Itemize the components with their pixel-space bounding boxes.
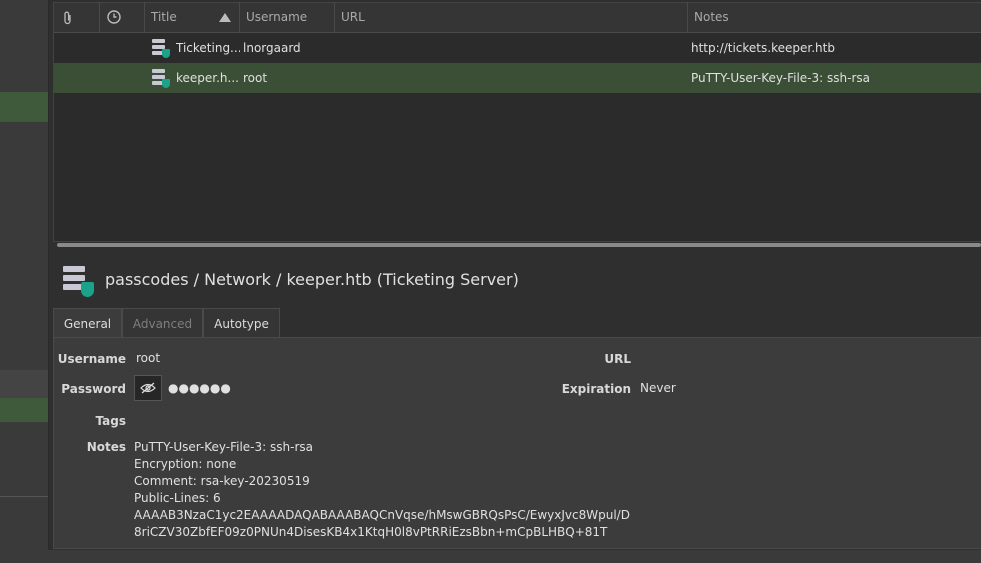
username-value[interactable]: root: [136, 351, 160, 365]
cell-title: Ticketing...: [176, 41, 240, 55]
cell-title: keeper.h...: [176, 71, 239, 85]
group-selected-row[interactable]: [0, 92, 48, 122]
eye-slash-icon: [140, 382, 156, 394]
entry-icon: [152, 39, 170, 58]
expiration-value: Never: [640, 381, 676, 395]
status-bar: [0, 550, 981, 563]
clock-icon: [107, 10, 121, 24]
column-header-url[interactable]: URL: [335, 3, 688, 32]
group-panel: [0, 0, 49, 563]
paperclip-icon: [64, 11, 71, 25]
entry-icon: [152, 69, 170, 88]
column-header-notes[interactable]: Notes: [688, 3, 981, 32]
notes-label: Notes: [86, 440, 126, 454]
notes-line: 8riCZV30ZbfEF09z0PNUn4DisesKB4x1KtqH0l8v…: [134, 525, 608, 539]
url-label: URL: [604, 352, 631, 366]
notes-line: Comment: rsa-key-20230519: [134, 474, 310, 488]
column-header-time[interactable]: [100, 3, 145, 32]
horizontal-scrollbar[interactable]: [57, 243, 981, 247]
column-header-notes-label: Notes: [694, 10, 729, 24]
table-row[interactable]: Ticketing... lnorgaard http://tickets.ke…: [54, 33, 981, 63]
notes-value[interactable]: PuTTY-User-Key-File-3: ssh-rsa Encryptio…: [134, 439, 630, 541]
table-row-selected[interactable]: keeper.h... root PuTTY-User-Key-File-3: …: [54, 63, 981, 93]
general-tab-panel: Username root Password ●●●●●● Tags Notes…: [53, 337, 981, 549]
notes-line: Public-Lines: 6: [134, 491, 221, 505]
username-label: Username: [57, 352, 126, 366]
table-header: Title Username URL Notes: [54, 3, 981, 33]
notes-line: AAAAB3NzaC1yc2EAAAADAQABAAABAQCnVqse/hMs…: [134, 508, 630, 522]
cell-notes: PuTTY-User-Key-File-3: ssh-rsa: [691, 71, 870, 85]
divider: [0, 496, 48, 497]
cell-notes: http://tickets.keeper.htb: [691, 41, 835, 55]
password-label: Password: [61, 382, 126, 396]
entry-breadcrumb: passcodes / Network / keeper.htb (Ticket…: [105, 270, 519, 289]
notes-line: PuTTY-User-Key-File-3: ssh-rsa: [134, 440, 313, 454]
column-header-title[interactable]: Title: [145, 3, 240, 32]
cell-url: [341, 33, 681, 63]
column-header-username[interactable]: Username: [240, 3, 335, 32]
cell-url: [341, 63, 681, 93]
column-header-title-label: Title: [151, 10, 177, 24]
password-value[interactable]: ●●●●●●: [168, 381, 231, 395]
column-header-url-label: URL: [341, 10, 365, 24]
sort-ascending-icon: [219, 13, 231, 22]
tab-general[interactable]: General: [53, 308, 122, 338]
cell-username: root: [243, 71, 268, 85]
entry-preview-panel: passcodes / Network / keeper.htb (Ticket…: [53, 256, 981, 549]
toggle-password-button[interactable]: [134, 375, 162, 401]
group-selected-row[interactable]: [0, 398, 48, 422]
column-header-attachment[interactable]: [54, 3, 100, 32]
expiration-label: Expiration: [561, 382, 631, 396]
tags-label: Tags: [95, 414, 126, 428]
tab-autotype[interactable]: Autotype: [203, 308, 280, 338]
entry-table: Title Username URL Notes Ticketing... ln…: [53, 2, 981, 242]
notes-line: Encryption: none: [134, 457, 237, 471]
entry-icon: [63, 266, 94, 298]
column-header-username-label: Username: [246, 10, 308, 24]
cell-username: lnorgaard: [243, 41, 301, 55]
group-row[interactable]: [0, 370, 48, 398]
tab-advanced[interactable]: Advanced: [122, 308, 203, 338]
